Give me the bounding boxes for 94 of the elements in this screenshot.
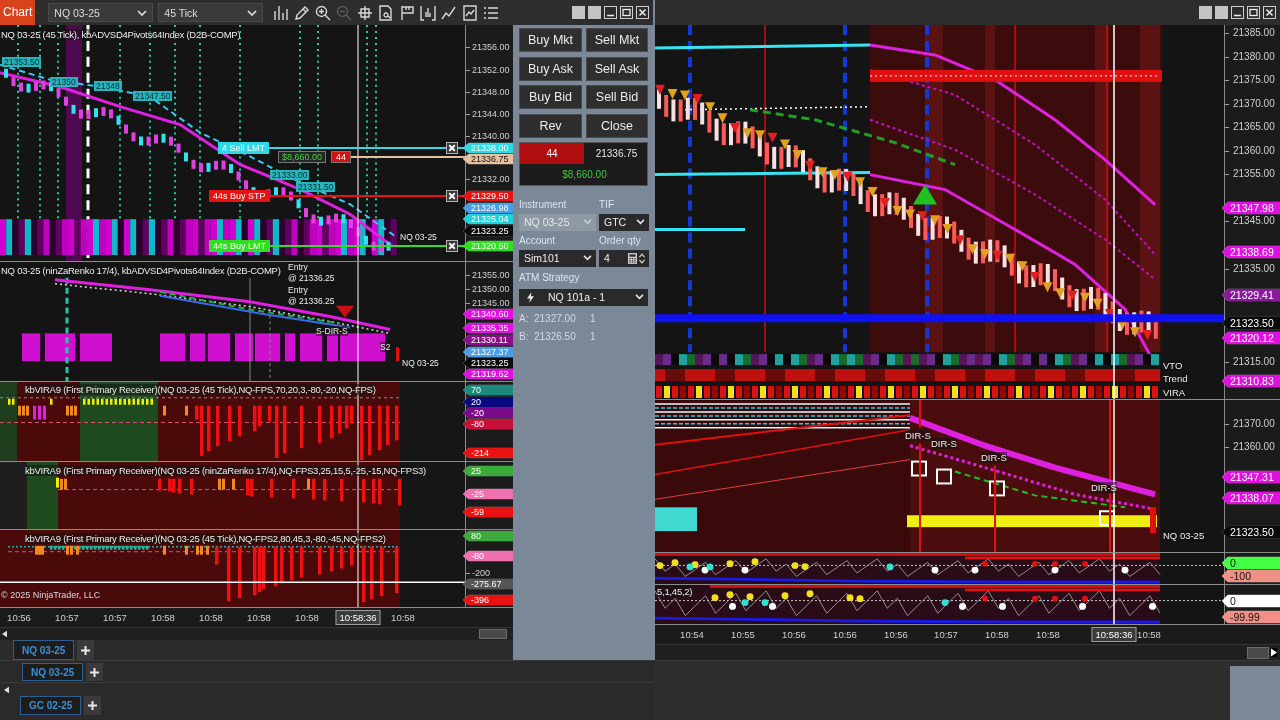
- axis-value-marker: 21340.60: [463, 308, 513, 320]
- axis-value-marker: -214: [463, 447, 513, 459]
- axis-value-marker: -99.99: [1222, 610, 1280, 624]
- axis-value-marker: 21347.31: [1222, 470, 1280, 484]
- time-label: 10:56: [833, 629, 857, 640]
- cursor-time-label: 10:58:36: [335, 610, 381, 625]
- axis-value-marker: -80: [463, 418, 513, 430]
- axis-value-marker: 21323.25: [463, 225, 513, 237]
- axis-tick-label: 21345.00: [466, 298, 510, 308]
- field-label: Account: [519, 234, 557, 247]
- axis-tick-label: 21352.00: [466, 65, 510, 75]
- time-label: 10:57: [55, 612, 79, 623]
- position-quantity: 44: [520, 142, 584, 164]
- axis-tick-label: 21380.00: [1225, 51, 1275, 63]
- axis-value-marker: 21323.50: [1222, 525, 1280, 539]
- axis-tick-label: 21350.00: [466, 284, 510, 294]
- time-label: 10:56: [782, 629, 806, 640]
- axis-tick-label: 21332.00: [466, 174, 510, 184]
- axis-value-marker: 25: [463, 465, 513, 477]
- axis-tick-label: 21375.00: [1225, 74, 1275, 86]
- axis-tick-label: 21360.00: [1225, 441, 1275, 453]
- axis-value-marker: 20: [463, 396, 513, 408]
- axis-value-marker: 21329.41: [1222, 288, 1280, 302]
- bracket-quantity: 1: [590, 329, 597, 344]
- axis-tick-label: 21365.00: [1225, 121, 1275, 133]
- axis-value-marker: 21323.25: [463, 357, 513, 369]
- axis-value-marker: 21338.00: [463, 142, 513, 154]
- axis-value-marker: 21327.37: [463, 346, 513, 358]
- time-label: 10:58: [199, 612, 223, 623]
- axis-tick-label: 21355.00: [1225, 168, 1275, 180]
- axis-value-marker: -59: [463, 506, 513, 518]
- axis-value-marker: -396: [463, 594, 513, 606]
- axis-tick-label: 21370.00: [1225, 418, 1275, 430]
- axis-value-marker: 21323.50: [1222, 316, 1280, 330]
- axis-tick-label: 21344.00: [466, 109, 510, 119]
- bracket-price: 21326.50: [534, 329, 577, 344]
- time-label: 10:55: [731, 629, 755, 640]
- axis-value-marker: 21338.07: [1222, 491, 1280, 505]
- axis-value-marker: -275.67: [463, 578, 513, 590]
- axis-tick-label: 21345.00: [1225, 215, 1275, 227]
- bracket-quantity: 1: [590, 311, 597, 326]
- axis-tick-label: 21315.00: [1225, 356, 1275, 368]
- axis-tick-label: 21355.00: [466, 270, 510, 280]
- axis-value-marker: 70: [463, 384, 513, 396]
- axis-value-marker: 21326.98: [463, 202, 513, 214]
- axis-value-marker: 0: [1222, 594, 1280, 608]
- axis-value-marker: 21335.35: [463, 322, 513, 334]
- axis-value-marker: 21329.50: [463, 190, 513, 202]
- axis-value-marker: 21310.83: [1222, 374, 1280, 388]
- time-label: 10:54: [680, 629, 704, 640]
- time-label: 10:58: [391, 612, 415, 623]
- axis-value-marker: 21319.62: [463, 368, 513, 380]
- time-label: 10:56: [884, 629, 908, 640]
- time-label: 10:58: [247, 612, 271, 623]
- time-label: 10:56: [7, 612, 31, 623]
- field-label: ATM Strategy: [519, 271, 581, 284]
- axis-value-marker: -80: [463, 550, 513, 562]
- time-label: 10:58: [1137, 629, 1161, 640]
- bracket-price: 21327.00: [534, 311, 577, 326]
- axis-value-marker: -100: [1222, 569, 1280, 583]
- position-price: 21336.75: [594, 146, 639, 161]
- axis-tick-label: 21356.00: [466, 42, 510, 52]
- axis-value-marker: -20: [463, 407, 513, 419]
- field-label: TIF: [599, 198, 615, 211]
- bracket-name: B:: [519, 329, 530, 344]
- axis-tick-label: 21340.00: [466, 131, 510, 141]
- axis-value-marker: 21347.98: [1222, 201, 1280, 215]
- bracket-name: A:: [519, 311, 530, 326]
- axis-value-marker: 80: [463, 530, 513, 542]
- axis-tick-label: -200: [466, 568, 490, 578]
- field-label: Instrument: [519, 198, 568, 211]
- axis-value-marker: 21336.75: [463, 153, 513, 165]
- axis-tick-label: 21385.00: [1225, 27, 1275, 39]
- time-label: 10:58: [151, 612, 175, 623]
- axis-value-marker: 21320.12: [1222, 331, 1280, 345]
- axis-tick-label: 21348.00: [466, 87, 510, 97]
- axis-value-marker: 21320.50: [463, 240, 513, 252]
- chart-panel-title: 5,1,45,2): [657, 586, 693, 597]
- axis-value-marker: 0: [1222, 556, 1280, 570]
- cursor-time-label: 10:58:36: [1091, 627, 1137, 642]
- time-label: 10:58: [295, 612, 319, 623]
- time-label: 10:57: [934, 629, 958, 640]
- time-label: 10:58: [1036, 629, 1060, 640]
- position-pnl: $8,660.00: [561, 167, 608, 182]
- field-label: Order qty: [599, 234, 642, 247]
- axis-value-marker: -25: [463, 488, 513, 500]
- axis-value-marker: 21325.04: [463, 213, 513, 225]
- axis-tick-label: 21360.00: [1225, 145, 1275, 157]
- axis-value-marker: 21338.69: [1222, 245, 1280, 259]
- time-label: 10:58: [985, 629, 1009, 640]
- time-label: 10:57: [103, 612, 127, 623]
- axis-value-marker: 21330.11: [463, 334, 513, 346]
- axis-tick-label: 21370.00: [1225, 98, 1275, 110]
- axis-tick-label: 21335.00: [1225, 263, 1275, 275]
